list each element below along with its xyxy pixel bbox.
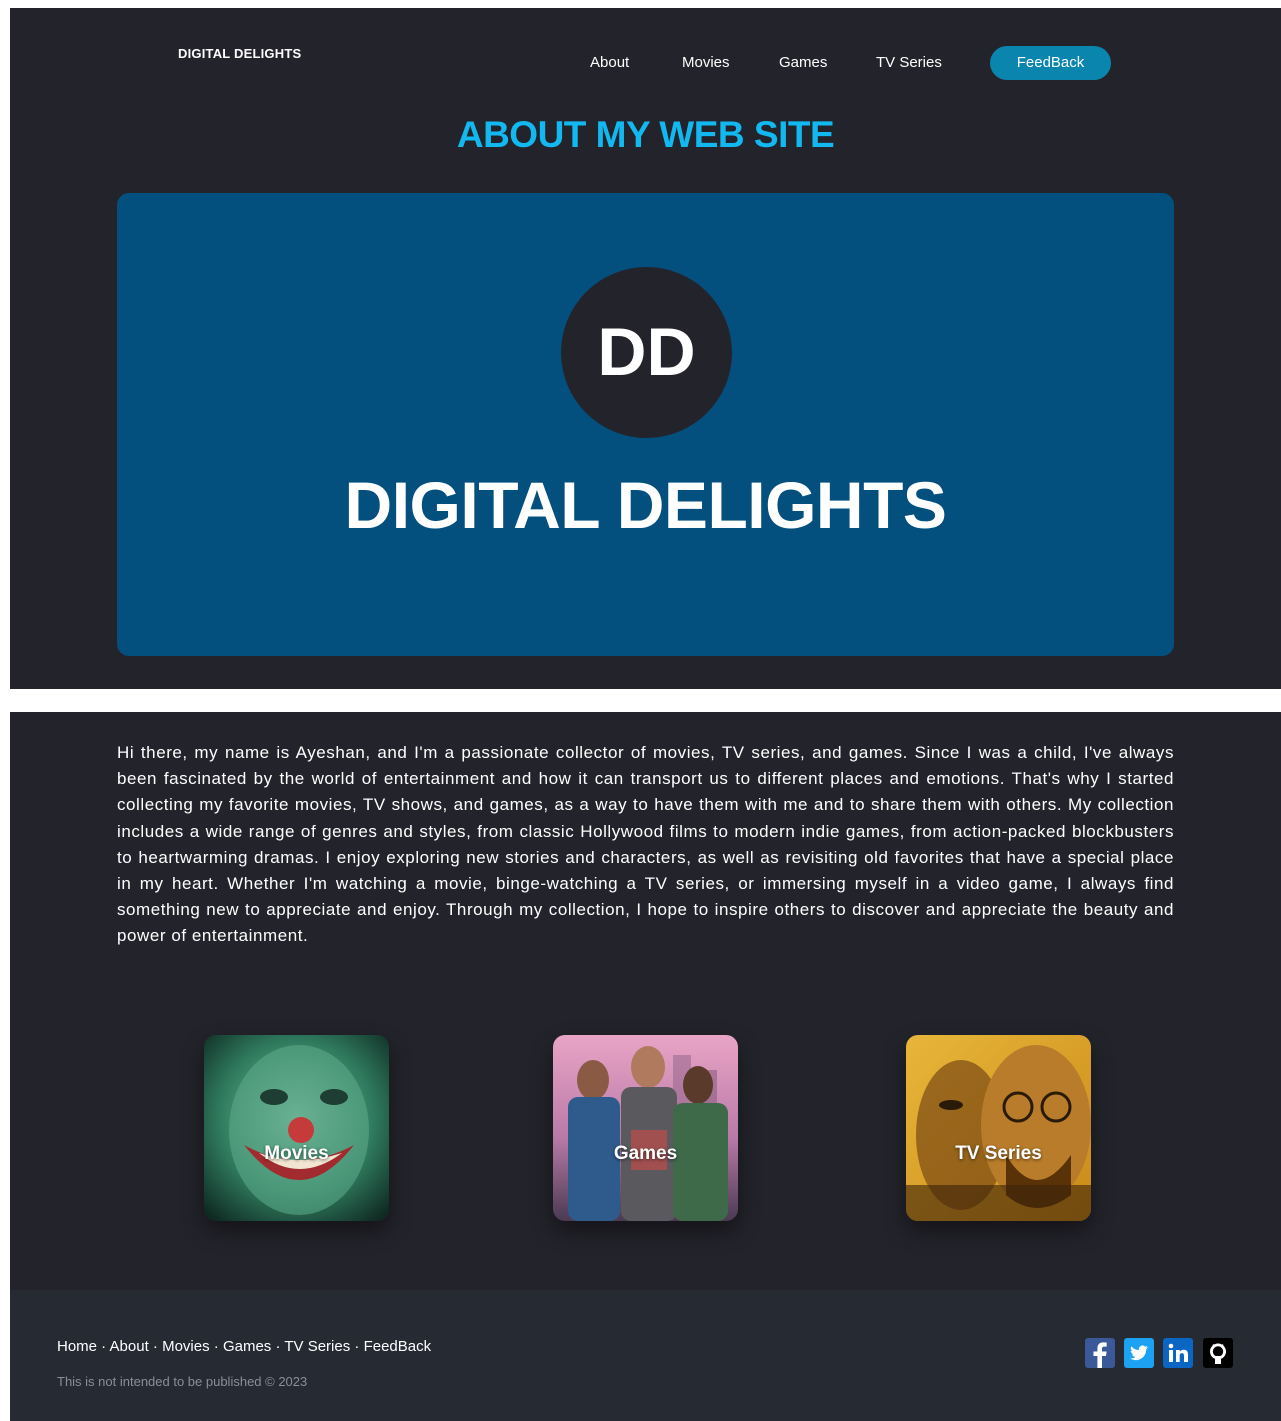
facebook-icon[interactable] xyxy=(1085,1338,1115,1368)
site-brand[interactable]: DIGITAL DELIGHTS xyxy=(178,46,301,61)
footer: Home · About · Movies · Games · TV Serie… xyxy=(10,1290,1281,1421)
page-title: ABOUT MY WEB SITE xyxy=(456,114,835,155)
footer-link-tv-series[interactable]: TV Series xyxy=(284,1338,350,1355)
footer-links: Home · About · Movies · Games · TV Serie… xyxy=(57,1338,431,1355)
card-games[interactable]: Games xyxy=(553,1035,738,1221)
feedback-button[interactable]: FeedBack xyxy=(990,46,1111,80)
bottom-panel: Hi there, my name is Ayeshan, and I'm a … xyxy=(10,712,1281,1421)
footer-separator: · xyxy=(148,1338,163,1355)
footer-separator: · xyxy=(97,1338,110,1355)
hero-title: DIGITAL DELIGHTS xyxy=(344,468,947,542)
footer-link-games[interactable]: Games xyxy=(223,1338,271,1355)
games-card-image xyxy=(553,1035,738,1221)
hero-monogram: DD xyxy=(561,267,732,438)
footer-link-home[interactable]: Home xyxy=(57,1338,97,1355)
nav-tv-series[interactable]: TV Series xyxy=(876,54,942,71)
footer-separator: · xyxy=(350,1338,364,1355)
hero-banner: DD DIGITAL DELIGHTS xyxy=(117,193,1174,656)
footer-link-feedback[interactable]: FeedBack xyxy=(364,1338,432,1355)
footer-copyright: This is not intended to be published © 2… xyxy=(57,1374,308,1389)
footer-link-about[interactable]: About xyxy=(110,1338,149,1355)
about-paragraph: Hi there, my name is Ayeshan, and I'm a … xyxy=(117,743,1174,946)
nav-games[interactable]: Games xyxy=(779,54,827,71)
tv-series-card-image xyxy=(906,1035,1091,1221)
card-tv-series[interactable]: TV Series xyxy=(906,1035,1091,1221)
footer-separator: · xyxy=(209,1338,223,1355)
footer-link-movies[interactable]: Movies xyxy=(162,1338,210,1355)
movies-card-image xyxy=(204,1035,389,1221)
github-icon[interactable] xyxy=(1203,1338,1233,1368)
card-label-tv-series: TV Series xyxy=(955,1143,1042,1164)
card-movies[interactable]: Movies xyxy=(204,1035,389,1221)
twitter-icon[interactable] xyxy=(1124,1338,1154,1368)
nav-movies[interactable]: Movies xyxy=(682,54,730,71)
nav-about[interactable]: About xyxy=(590,54,629,71)
card-label-movies: Movies xyxy=(264,1143,329,1164)
footer-separator: · xyxy=(271,1338,285,1355)
top-panel: DIGITAL DELIGHTS About Movies Games TV S… xyxy=(10,8,1281,689)
linkedin-icon[interactable] xyxy=(1163,1338,1193,1368)
card-label-games: Games xyxy=(613,1143,678,1164)
